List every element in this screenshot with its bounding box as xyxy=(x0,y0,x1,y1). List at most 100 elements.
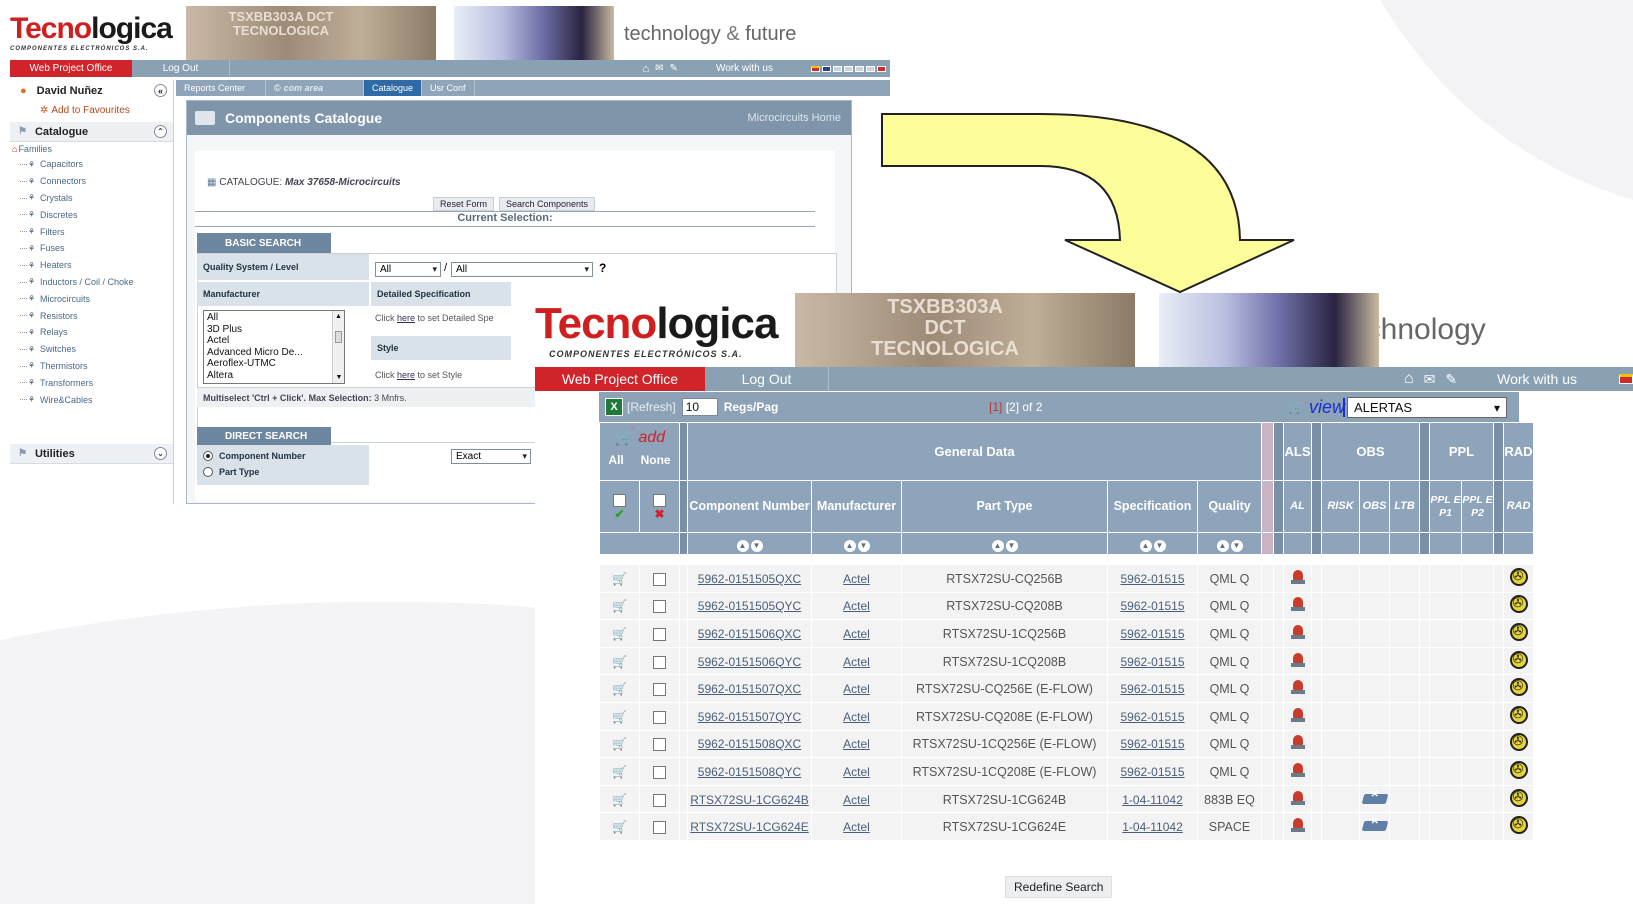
component-number-link[interactable]: 5962-0151505QYC xyxy=(698,599,801,613)
manufacturer-link[interactable]: Actel xyxy=(843,793,870,807)
col-separator[interactable] xyxy=(1273,422,1284,481)
utilities-expand-icon[interactable]: ⌄ xyxy=(154,447,167,460)
sidebar-item-family[interactable]: ⚘ Connectors xyxy=(10,173,173,190)
home-icon-2[interactable]: ⌂ xyxy=(1404,370,1414,388)
select-all-checkbox[interactable] xyxy=(613,494,626,508)
exact-select[interactable]: Exact xyxy=(451,449,531,464)
sidebar-item-family[interactable]: ⚘ Discretes xyxy=(10,206,173,223)
tab-com-area[interactable]: © com area xyxy=(266,80,364,96)
component-number-link[interactable]: 5962-0151505QXC xyxy=(698,572,801,586)
radiation-icon[interactable] xyxy=(1509,567,1528,586)
alarm-icon[interactable] xyxy=(1290,569,1305,585)
alarm-icon[interactable] xyxy=(1290,817,1305,833)
specification-link[interactable]: 5962-01515 xyxy=(1120,572,1184,586)
col-separator[interactable] xyxy=(1311,422,1322,481)
component-number-link[interactable]: RTSX72SU-1CG624B xyxy=(690,793,809,807)
col-separator[interactable] xyxy=(1493,422,1504,481)
component-number-link[interactable]: RTSX72SU-1CG624E xyxy=(690,820,809,834)
families-node[interactable]: ⌂ Families xyxy=(10,142,173,156)
manufacturer-link[interactable]: Actel xyxy=(843,627,870,641)
tecnologica-logo-2[interactable]: Tecnologica COMPONENTES ELECTRÓNICOS S.A… xyxy=(535,293,785,367)
row-checkbox[interactable] xyxy=(653,628,666,642)
row-checkbox[interactable] xyxy=(653,655,666,669)
component-number-link[interactable]: 5962-0151506QYC xyxy=(698,655,801,669)
sidebar-item-family[interactable]: ⚘ Inductors / Coil / Choke xyxy=(10,274,173,291)
mail-icon-2[interactable]: ✉ xyxy=(1424,371,1436,388)
specification-link[interactable]: 5962-01515 xyxy=(1120,765,1184,779)
sidebar-item-family[interactable]: ⚘ Thermistors xyxy=(10,358,173,375)
menu-log-out[interactable]: Log Out xyxy=(132,60,230,77)
basic-search-header[interactable]: BASIC SEARCH xyxy=(197,233,331,253)
sidebar-item-family[interactable]: ⚘ Switches xyxy=(10,341,173,358)
add-to-cart-icon[interactable]: 🛒 xyxy=(612,793,627,807)
row-checkbox[interactable] xyxy=(653,683,666,697)
row-checkbox[interactable] xyxy=(653,572,666,586)
manufacturer-option[interactable]: Altera xyxy=(207,370,341,382)
alarm-icon[interactable] xyxy=(1290,762,1305,778)
alarm-icon[interactable] xyxy=(1290,734,1305,750)
sort-down-icon[interactable]: ▼ xyxy=(1005,539,1018,552)
component-number-link[interactable]: 5962-0151507QXC xyxy=(698,682,801,696)
listbox-scrollbar[interactable]: ▲ ▼ xyxy=(332,311,344,383)
menu-log-out-2[interactable]: Log Out xyxy=(705,367,829,391)
clear-all-icon[interactable]: ✖ xyxy=(641,507,679,521)
alarm-icon[interactable] xyxy=(1290,790,1305,806)
detailed-spec-here-link[interactable]: here xyxy=(397,313,415,323)
redefine-search-button[interactable]: Redefine Search xyxy=(1005,876,1113,898)
sort-down-icon[interactable]: ▼ xyxy=(1153,539,1166,552)
component-number-link[interactable]: 5962-0151507QYC xyxy=(698,710,801,724)
sort-down-icon[interactable]: ▼ xyxy=(750,539,763,552)
obsolete-icon[interactable] xyxy=(1361,816,1389,833)
regs-per-page-input[interactable]: 10 xyxy=(681,398,718,416)
home-icon[interactable]: ⌂ xyxy=(643,63,650,75)
quality-level-select[interactable]: All xyxy=(451,262,593,277)
component-number-link[interactable]: 5962-0151506QXC xyxy=(698,627,801,641)
flag-extra-icon[interactable] xyxy=(877,65,886,72)
alarm-icon[interactable] xyxy=(1290,652,1305,668)
tab-catalogue[interactable]: Catalogue xyxy=(364,80,423,96)
radio-component[interactable] xyxy=(203,451,213,461)
manufacturer-option[interactable]: All xyxy=(207,312,341,324)
manufacturer-link[interactable]: Actel xyxy=(843,682,870,696)
manufacturer-link[interactable]: Actel xyxy=(843,599,870,613)
tab-reports-center[interactable]: Reports Center xyxy=(176,80,266,96)
quality-help-icon[interactable]: ? xyxy=(599,261,606,275)
manufacturer-link[interactable]: Actel xyxy=(843,572,870,586)
menu-web-project-office[interactable]: Web Project Office xyxy=(10,60,132,77)
flag-it-icon[interactable] xyxy=(855,65,864,72)
specification-link[interactable]: 5962-01515 xyxy=(1120,737,1184,751)
specification-link[interactable]: 1-04-11042 xyxy=(1122,820,1183,834)
sort-up-icon[interactable]: ▲ xyxy=(736,539,749,552)
radio-component-row[interactable]: Component Number xyxy=(197,448,369,464)
check-all-icon[interactable]: ✔ xyxy=(601,507,639,521)
page-1-link[interactable]: [1] xyxy=(989,400,1002,414)
sidebar-item-family[interactable]: ⚘ Relays xyxy=(10,324,173,341)
sort-down-icon[interactable]: ▼ xyxy=(857,539,870,552)
add-to-cart-icon[interactable]: 🛒 xyxy=(612,710,627,724)
add-to-cart-icon[interactable]: 🛒 xyxy=(612,765,627,779)
catalogue-section-header[interactable]: ⚑ Catalogue ⌃ xyxy=(10,122,173,142)
manufacturer-option[interactable]: 3D Plus xyxy=(207,324,341,336)
specification-link[interactable]: 1-04-11042 xyxy=(1122,793,1183,807)
sidebar-item-family[interactable]: ⚘ Filters xyxy=(10,223,173,240)
menu-web-project-office-2[interactable]: Web Project Office xyxy=(535,367,705,391)
manufacturer-option[interactable]: Advanced Micro De... xyxy=(207,347,341,359)
row-checkbox[interactable] xyxy=(653,821,666,835)
alarm-icon[interactable] xyxy=(1290,679,1305,695)
sidebar-item-family[interactable]: ⚘ Microcircuits xyxy=(10,290,173,307)
radio-parttype-row[interactable]: Part Type xyxy=(197,464,369,480)
radiation-icon[interactable] xyxy=(1509,650,1528,669)
mail-icon[interactable]: ✉ xyxy=(655,63,663,74)
sort-up-icon[interactable]: ▲ xyxy=(991,539,1004,552)
add-row[interactable]: 🛒 add xyxy=(601,427,679,447)
add-to-cart-icon[interactable]: 🛒 xyxy=(612,682,627,696)
excel-export-icon[interactable]: X xyxy=(605,398,623,416)
alarm-icon[interactable] xyxy=(1290,596,1305,612)
sort-up-icon[interactable]: ▲ xyxy=(1139,539,1152,552)
tab-usr-conf[interactable]: Usr Conf xyxy=(422,80,475,96)
add-to-cart-icon[interactable]: 🛒 xyxy=(612,655,627,669)
view-select[interactable]: ALERTAS xyxy=(1347,397,1507,418)
manufacturer-link[interactable]: Actel xyxy=(843,655,870,669)
add-to-cart-icon[interactable]: 🛒 xyxy=(612,572,627,586)
manufacturer-link[interactable]: Actel xyxy=(843,820,870,834)
